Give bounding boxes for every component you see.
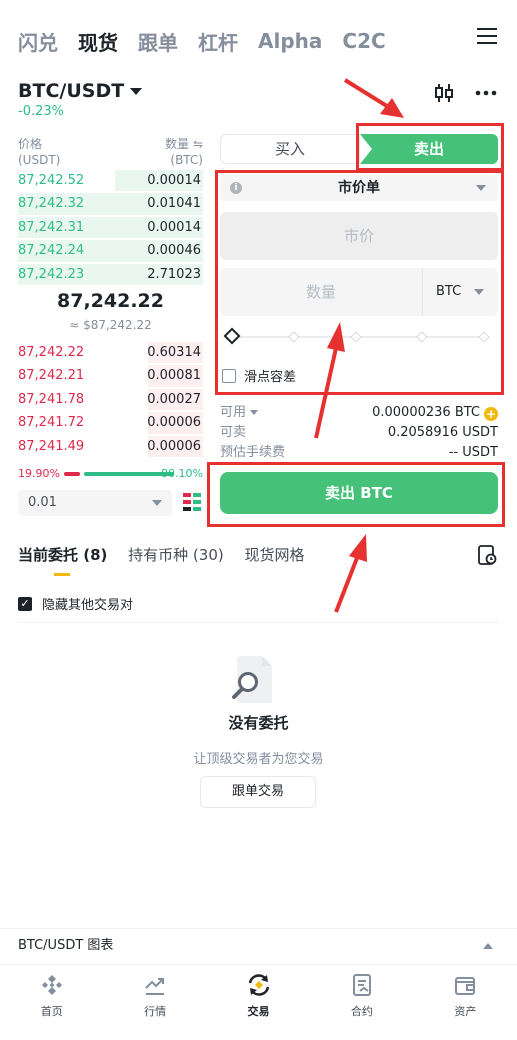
copy-trade-button[interactable]: 跟单交易 bbox=[200, 776, 316, 808]
tab-open-orders[interactable]: 当前委托 (8) bbox=[18, 544, 107, 565]
order-history-icon[interactable] bbox=[477, 544, 497, 566]
tab-holdings[interactable]: 持有币种 (30) bbox=[128, 544, 224, 565]
empty-subtitle: 让顶级交易者为您交易 bbox=[193, 752, 324, 767]
wallet-icon bbox=[455, 977, 476, 995]
empty-search-icon bbox=[232, 656, 272, 703]
checkbox-checked-icon[interactable]: ✓ bbox=[18, 596, 32, 611]
markets-icon bbox=[145, 978, 165, 995]
annotation-arrowhead bbox=[380, 98, 404, 118]
chevron-up-icon bbox=[483, 943, 493, 949]
nav-trade[interactable]: 交易 bbox=[207, 965, 310, 1040]
nav-assets[interactable]: 资产 bbox=[414, 965, 517, 1040]
chart-toggle-bar[interactable]: BTC/USDT 图表 bbox=[0, 928, 517, 964]
home-icon bbox=[41, 975, 62, 995]
trade-icon bbox=[248, 974, 269, 996]
nav-markets[interactable]: 行情 bbox=[103, 965, 206, 1040]
nav-home[interactable]: 首页 bbox=[0, 965, 103, 1040]
annotation-arrows bbox=[314, 78, 404, 613]
nav-futures[interactable]: 合约 bbox=[310, 965, 413, 1040]
empty-title: 没有委托 bbox=[228, 714, 289, 732]
annotation-arrow bbox=[314, 347, 338, 439]
active-tab-indicator bbox=[54, 573, 70, 576]
chart-bar-label: BTC/USDT 图表 bbox=[18, 938, 114, 953]
annotation-arrowhead bbox=[327, 322, 345, 352]
futures-icon bbox=[352, 974, 371, 996]
annotation-arrow bbox=[343, 78, 392, 110]
hide-other-pairs-label: 隐藏其他交易对 bbox=[42, 598, 134, 613]
bottom-nav: 首页 行情 交易 合约 资产 bbox=[0, 964, 517, 1040]
hide-other-pairs[interactable]: ✓ 隐藏其他交易对 bbox=[18, 594, 133, 613]
tab-spot-grid[interactable]: 现货网格 bbox=[245, 544, 305, 565]
orders-tabs: 当前委托 (8) 持有币种 (30) 现货网格 bbox=[18, 544, 499, 576]
